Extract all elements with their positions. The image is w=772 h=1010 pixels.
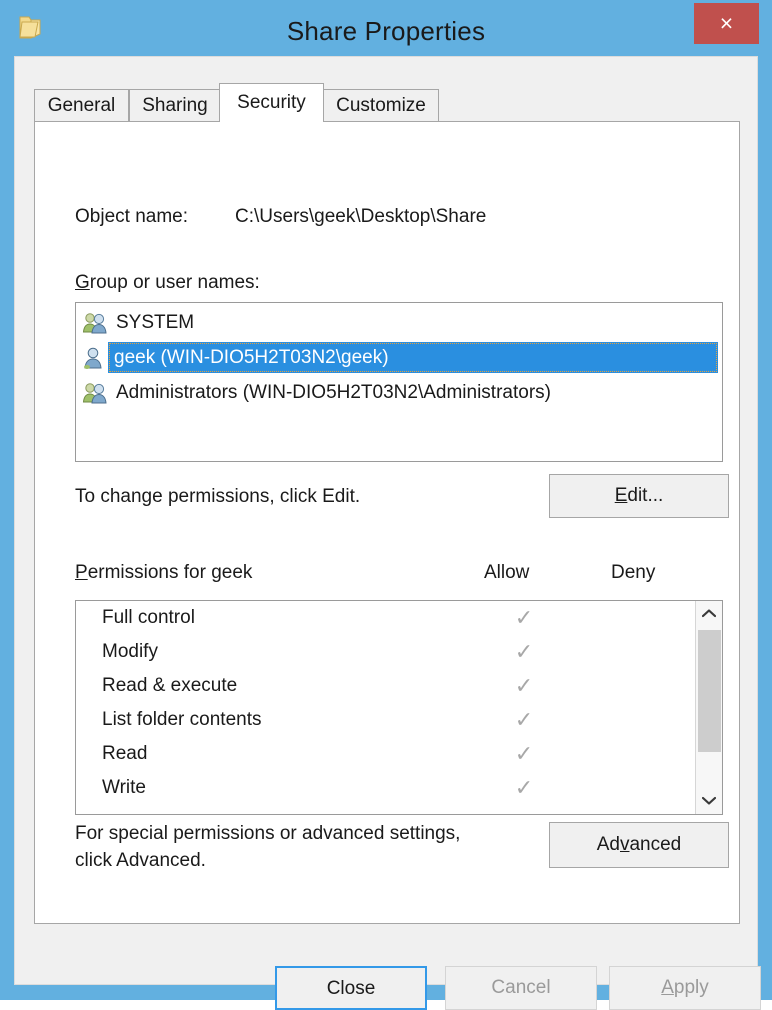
tab-customize[interactable]: Customize	[323, 89, 439, 121]
advanced-button[interactable]: Advanced	[549, 822, 729, 868]
permission-name: Modify	[102, 641, 158, 662]
list-item-label: Administrators (WIN-DIO5H2T03N2\Administ…	[116, 382, 551, 403]
permissions-listbox[interactable]: Full control ✓ Modify ✓ Read & execute ✓…	[75, 600, 723, 815]
close-button[interactable]: Close	[275, 966, 427, 1010]
allow-checkmark-icon: ✓	[514, 639, 534, 664]
cancel-button: Cancel	[445, 966, 597, 1010]
advanced-settings-hint: For special permissions or advanced sett…	[75, 820, 525, 874]
scrollbar-thumb[interactable]	[698, 630, 721, 752]
allow-column-header: Allow	[484, 562, 530, 583]
list-item-selected[interactable]: geek (WIN-DIO5H2T03N2\geek)	[84, 342, 718, 373]
tab-general[interactable]: General	[34, 89, 129, 121]
allow-checkmark-icon: ✓	[514, 741, 534, 766]
group-or-user-names-listbox[interactable]: SYSTEM geek (WIN-DIO5H2T03N2\geek) Admin…	[75, 302, 723, 462]
single-user-icon	[80, 346, 106, 370]
permissions-for-user-label: Permissions for geek	[75, 562, 253, 583]
table-row[interactable]: Modify ✓	[76, 635, 722, 669]
allow-checkmark-icon: ✓	[514, 775, 534, 800]
permission-name: Write	[102, 777, 146, 798]
group-users-icon	[82, 311, 108, 335]
object-name-value: C:\Users\geek\Desktop\Share	[235, 206, 487, 227]
list-item[interactable]: SYSTEM	[78, 307, 720, 338]
advanced-hint-line-2: click Advanced.	[75, 850, 206, 871]
permission-name: List folder contents	[102, 709, 262, 730]
allow-checkmark-icon: ✓	[514, 605, 534, 630]
security-tab-panel: Object name: C:\Users\geek\Desktop\Share…	[34, 121, 740, 924]
tab-strip: General Sharing Security Customize	[34, 83, 740, 122]
allow-checkmark-icon: ✓	[514, 673, 534, 698]
permissions-scrollbar[interactable]	[695, 601, 722, 814]
dialog-client-area: General Sharing Security Customize Objec…	[14, 56, 761, 1010]
allow-checkmark-icon: ✓	[514, 707, 534, 732]
deny-column-header: Deny	[611, 562, 656, 583]
table-row[interactable]: Full control ✓	[76, 601, 722, 635]
table-row[interactable]: Read & execute ✓	[76, 669, 722, 703]
apply-button: Apply	[609, 966, 761, 1010]
table-row[interactable]: List folder contents ✓	[76, 703, 722, 737]
close-window-button[interactable]: ×	[694, 3, 759, 44]
tab-security[interactable]: Security	[219, 83, 324, 122]
scroll-up-icon[interactable]	[696, 601, 722, 627]
list-item[interactable]: Administrators (WIN-DIO5H2T03N2\Administ…	[78, 377, 720, 408]
edit-button[interactable]: Edit...	[549, 474, 729, 518]
list-item-label: SYSTEM	[116, 312, 195, 333]
object-name-label: Object name:	[75, 206, 188, 227]
group-or-user-names-label: Group or user names:	[75, 272, 260, 293]
permission-name: Read & execute	[102, 675, 238, 696]
close-icon: ×	[719, 10, 734, 36]
properties-dialog-window: Share Properties × General Sharing Secur…	[0, 0, 772, 1010]
table-row[interactable]: Read ✓	[76, 737, 722, 771]
window-title: Share Properties	[286, 16, 486, 46]
permission-name: Full control	[102, 607, 195, 628]
scroll-down-icon[interactable]	[696, 788, 722, 814]
advanced-hint-line-1: For special permissions or advanced sett…	[75, 823, 461, 844]
tab-sharing[interactable]: Sharing	[129, 89, 221, 121]
list-item-label: geek (WIN-DIO5H2T03N2\geek)	[114, 347, 389, 368]
edit-permissions-hint: To change permissions, click Edit.	[75, 486, 361, 507]
group-users-icon	[82, 381, 108, 405]
table-row[interactable]: Write ✓	[76, 771, 722, 805]
permission-name: Read	[102, 743, 148, 764]
